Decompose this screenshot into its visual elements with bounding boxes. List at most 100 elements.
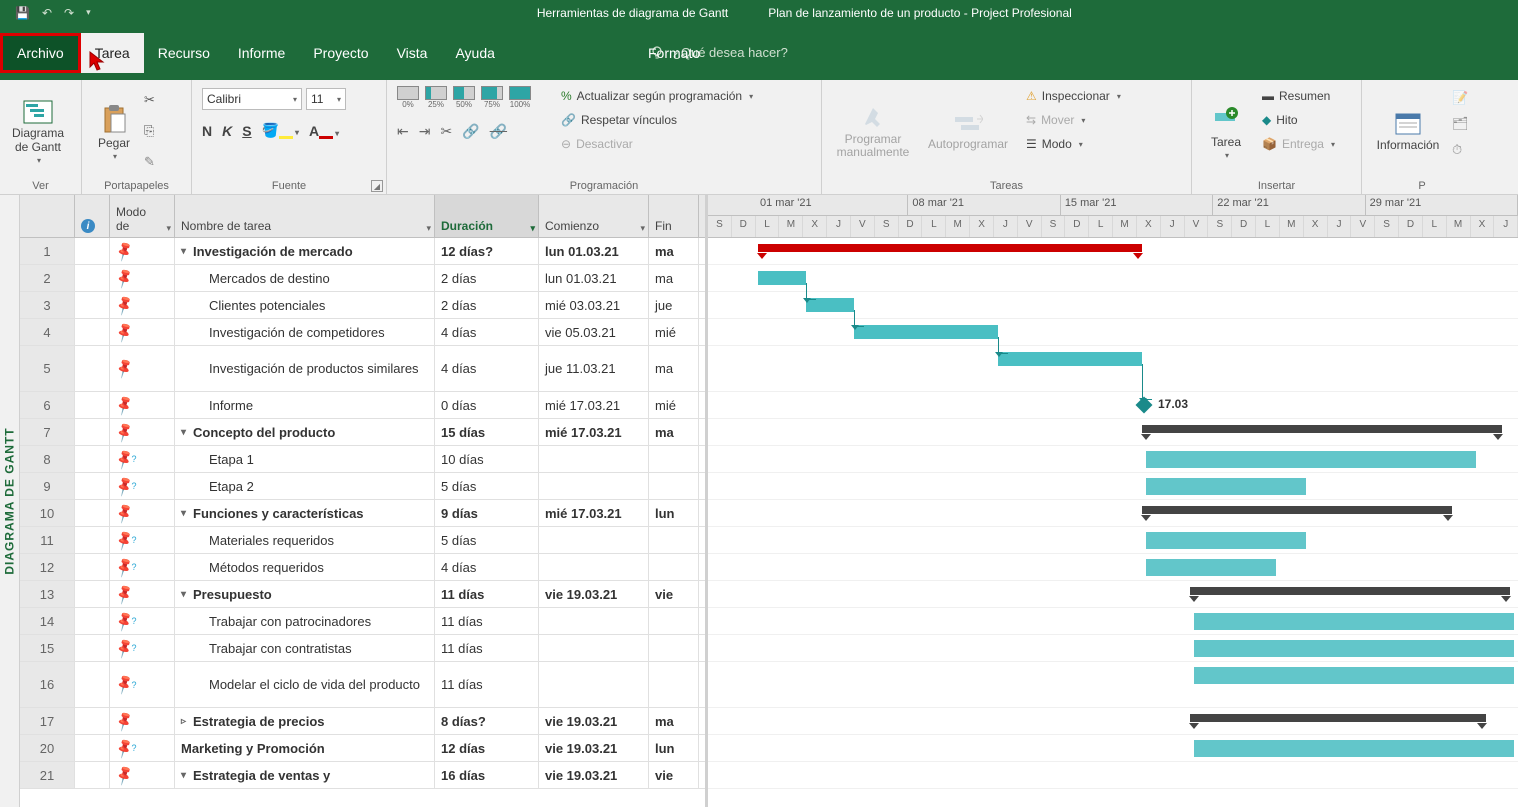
task-name-cell[interactable]: Trabajar con patrocinadores xyxy=(175,608,435,634)
outline-toggle-icon[interactable]: ▾ xyxy=(181,427,191,438)
row-number[interactable]: 15 xyxy=(20,635,75,661)
finish-cell[interactable]: jue xyxy=(649,292,699,318)
table-row[interactable]: 12📌?Métodos requeridos4 días xyxy=(20,554,705,581)
task-bar[interactable] xyxy=(998,352,1142,366)
manual-schedule-button[interactable]: Programar manualmente xyxy=(828,84,918,178)
duration-cell[interactable]: 2 días xyxy=(435,265,539,291)
indent-icon[interactable]: ⇥ xyxy=(419,123,431,140)
table-row[interactable]: 10📌▾Funciones y características9 díasmié… xyxy=(20,500,705,527)
table-row[interactable]: 2📌Mercados de destino2 díaslun 01.03.21m… xyxy=(20,265,705,292)
row-info[interactable] xyxy=(75,762,110,788)
summary-bar[interactable] xyxy=(1142,425,1502,433)
menu-project[interactable]: Proyecto xyxy=(299,33,382,73)
finish-cell[interactable] xyxy=(649,608,699,634)
gantt-chart[interactable]: 01 mar '2108 mar '2115 mar '2122 mar '21… xyxy=(708,195,1518,807)
task-name-cell[interactable]: Etapa 2 xyxy=(175,473,435,499)
finish-cell[interactable]: lun xyxy=(649,735,699,761)
row-info[interactable] xyxy=(75,419,110,445)
finish-cell[interactable] xyxy=(649,473,699,499)
row-number[interactable]: 3 xyxy=(20,292,75,318)
row-info[interactable] xyxy=(75,392,110,418)
gantt-row[interactable]: 17.03 xyxy=(708,392,1518,419)
deactivate-button[interactable]: ⊖Desactivar xyxy=(557,136,757,152)
row-number[interactable]: 14 xyxy=(20,608,75,634)
timeline-icon[interactable]: ⏱ xyxy=(1452,142,1469,158)
start-cell[interactable] xyxy=(539,662,649,707)
finish-cell[interactable] xyxy=(649,446,699,472)
row-number[interactable]: 13 xyxy=(20,581,75,607)
gantt-row[interactable] xyxy=(708,527,1518,554)
row-info[interactable] xyxy=(75,473,110,499)
row-info[interactable] xyxy=(75,446,110,472)
finish-cell[interactable] xyxy=(649,527,699,553)
col-mode[interactable]: Modode▾ xyxy=(110,195,175,237)
duration-cell[interactable]: 5 días xyxy=(435,473,539,499)
row-mode[interactable]: 📌 xyxy=(110,319,175,345)
row-info[interactable] xyxy=(75,635,110,661)
task-bar[interactable] xyxy=(1194,613,1514,630)
finish-cell[interactable]: ma xyxy=(649,238,699,264)
row-mode[interactable]: 📌 xyxy=(110,708,175,734)
col-info[interactable]: i xyxy=(75,195,110,237)
gantt-row[interactable] xyxy=(708,735,1518,762)
row-info[interactable] xyxy=(75,292,110,318)
row-info[interactable] xyxy=(75,500,110,526)
duration-cell[interactable]: 9 días xyxy=(435,500,539,526)
outline-toggle-icon[interactable]: ▾ xyxy=(181,508,191,519)
format-painter-icon[interactable]: ✎ xyxy=(144,154,155,170)
start-cell[interactable]: lun 01.03.21 xyxy=(539,265,649,291)
gantt-row[interactable] xyxy=(708,581,1518,608)
finish-cell[interactable]: mié xyxy=(649,319,699,345)
task-bar[interactable] xyxy=(1146,478,1306,495)
row-number[interactable]: 9 xyxy=(20,473,75,499)
table-row[interactable]: 3📌Clientes potenciales2 díasmié 03.03.21… xyxy=(20,292,705,319)
gantt-row[interactable] xyxy=(708,708,1518,735)
row-mode[interactable]: 📌 xyxy=(110,346,175,391)
paste-button[interactable]: Pegar▾ xyxy=(88,84,140,178)
row-number[interactable]: 6 xyxy=(20,392,75,418)
deliverable-button[interactable]: 📦Entrega▾ xyxy=(1258,136,1339,152)
task-name-cell[interactable]: Mercados de destino xyxy=(175,265,435,291)
task-name-cell[interactable]: Métodos requeridos xyxy=(175,554,435,580)
table-row[interactable]: 11📌?Materiales requeridos5 días xyxy=(20,527,705,554)
outdent-icon[interactable]: ⇤ xyxy=(397,123,409,140)
finish-cell[interactable]: mié xyxy=(649,392,699,418)
link-icon[interactable]: 🔗 xyxy=(462,123,479,140)
finish-cell[interactable]: lun xyxy=(649,500,699,526)
row-mode[interactable]: 📌 xyxy=(110,292,175,318)
gantt-row[interactable] xyxy=(708,608,1518,635)
row-number[interactable]: 12 xyxy=(20,554,75,580)
finish-cell[interactable]: ma xyxy=(649,346,699,391)
duration-cell[interactable]: 16 días xyxy=(435,762,539,788)
duration-cell[interactable]: 11 días xyxy=(435,662,539,707)
gantt-row[interactable] xyxy=(708,635,1518,662)
menu-view[interactable]: Vista xyxy=(383,33,442,73)
underline-button[interactable]: S xyxy=(242,123,251,139)
menu-report[interactable]: Informe xyxy=(224,33,299,73)
split-task-icon[interactable]: ✂ xyxy=(440,123,452,140)
start-cell[interactable]: vie 19.03.21 xyxy=(539,735,649,761)
fill-color-button[interactable]: 🪣▾ xyxy=(262,122,299,139)
table-row[interactable]: 20📌?Marketing y Promoción12 díasvie 19.0… xyxy=(20,735,705,762)
notes-icon[interactable]: 📝 xyxy=(1452,90,1469,106)
row-mode[interactable]: 📌? xyxy=(110,527,175,553)
row-number[interactable]: 21 xyxy=(20,762,75,788)
duration-cell[interactable]: 4 días xyxy=(435,554,539,580)
row-info[interactable] xyxy=(75,708,110,734)
table-row[interactable]: 8📌?Etapa 110 días xyxy=(20,446,705,473)
table-row[interactable]: 16📌?Modelar el ciclo de vida del product… xyxy=(20,662,705,708)
table-row[interactable]: 17📌▹Estrategia de precios8 días?vie 19.0… xyxy=(20,708,705,735)
duration-cell[interactable]: 5 días xyxy=(435,527,539,553)
cut-icon[interactable]: ✂ xyxy=(144,92,155,108)
duration-cell[interactable]: 12 días? xyxy=(435,238,539,264)
start-cell[interactable] xyxy=(539,554,649,580)
table-row[interactable]: 6📌Informe0 díasmié 17.03.21mié xyxy=(20,392,705,419)
duration-cell[interactable]: 0 días xyxy=(435,392,539,418)
outline-toggle-icon[interactable]: ▾ xyxy=(181,770,191,781)
row-info[interactable] xyxy=(75,735,110,761)
table-row[interactable]: 5📌Investigación de productos similares4 … xyxy=(20,346,705,392)
row-mode[interactable]: 📌? xyxy=(110,735,175,761)
duration-cell[interactable]: 12 días xyxy=(435,735,539,761)
finish-cell[interactable]: ma xyxy=(649,419,699,445)
task-bar[interactable] xyxy=(1194,667,1514,684)
